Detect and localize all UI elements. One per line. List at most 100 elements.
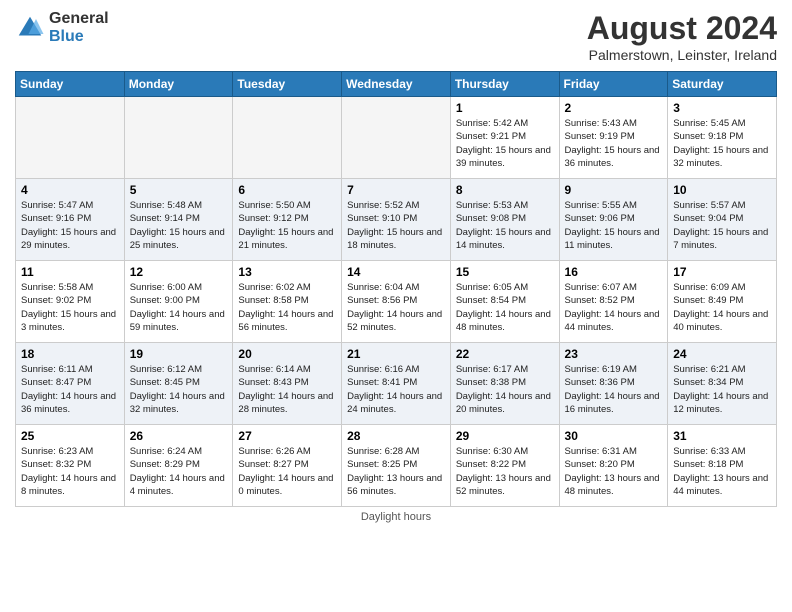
day-info: Sunrise: 6:09 AMSunset: 8:49 PMDaylight:… [673, 282, 768, 333]
day-number: 1 [456, 101, 554, 115]
logo-text: General Blue [49, 10, 109, 45]
col-sunday: Sunday [16, 72, 125, 97]
day-number: 20 [238, 347, 336, 361]
calendar-cell: 18 Sunrise: 6:11 AMSunset: 8:47 PMDaylig… [16, 343, 125, 425]
day-number: 6 [238, 183, 336, 197]
calendar-cell: 15 Sunrise: 6:05 AMSunset: 8:54 PMDaylig… [450, 261, 559, 343]
day-number: 24 [673, 347, 771, 361]
day-number: 9 [565, 183, 663, 197]
day-info: Sunrise: 5:53 AMSunset: 9:08 PMDaylight:… [456, 200, 551, 251]
calendar-cell: 19 Sunrise: 6:12 AMSunset: 8:45 PMDaylig… [124, 343, 233, 425]
page: General Blue August 2024 Palmerstown, Le… [0, 0, 792, 612]
location: Palmerstown, Leinster, Ireland [587, 47, 777, 63]
calendar-cell: 24 Sunrise: 6:21 AMSunset: 8:34 PMDaylig… [668, 343, 777, 425]
day-number: 21 [347, 347, 445, 361]
day-info: Sunrise: 6:26 AMSunset: 8:27 PMDaylight:… [238, 446, 333, 497]
day-number: 4 [21, 183, 119, 197]
day-info: Sunrise: 6:23 AMSunset: 8:32 PMDaylight:… [21, 446, 116, 497]
day-info: Sunrise: 5:50 AMSunset: 9:12 PMDaylight:… [238, 200, 333, 251]
logo-general: General [49, 10, 109, 28]
day-number: 5 [130, 183, 228, 197]
calendar-cell: 25 Sunrise: 6:23 AMSunset: 8:32 PMDaylig… [16, 425, 125, 507]
calendar-cell: 31 Sunrise: 6:33 AMSunset: 8:18 PMDaylig… [668, 425, 777, 507]
calendar-cell: 8 Sunrise: 5:53 AMSunset: 9:08 PMDayligh… [450, 179, 559, 261]
day-info: Sunrise: 5:52 AMSunset: 9:10 PMDaylight:… [347, 200, 442, 251]
calendar-cell: 28 Sunrise: 6:28 AMSunset: 8:25 PMDaylig… [342, 425, 451, 507]
calendar-cell: 3 Sunrise: 5:45 AMSunset: 9:18 PMDayligh… [668, 97, 777, 179]
day-info: Sunrise: 6:19 AMSunset: 8:36 PMDaylight:… [565, 364, 660, 415]
day-number: 31 [673, 429, 771, 443]
day-info: Sunrise: 6:07 AMSunset: 8:52 PMDaylight:… [565, 282, 660, 333]
footer: Daylight hours [15, 511, 777, 523]
day-info: Sunrise: 6:11 AMSunset: 8:47 PMDaylight:… [21, 364, 116, 415]
calendar-cell: 21 Sunrise: 6:16 AMSunset: 8:41 PMDaylig… [342, 343, 451, 425]
calendar-cell: 29 Sunrise: 6:30 AMSunset: 8:22 PMDaylig… [450, 425, 559, 507]
day-number: 28 [347, 429, 445, 443]
day-number: 10 [673, 183, 771, 197]
calendar-cell [124, 97, 233, 179]
logo-icon [15, 13, 45, 43]
calendar-cell: 14 Sunrise: 6:04 AMSunset: 8:56 PMDaylig… [342, 261, 451, 343]
calendar-cell: 16 Sunrise: 6:07 AMSunset: 8:52 PMDaylig… [559, 261, 668, 343]
day-info: Sunrise: 5:57 AMSunset: 9:04 PMDaylight:… [673, 200, 768, 251]
day-info: Sunrise: 6:00 AMSunset: 9:00 PMDaylight:… [130, 282, 225, 333]
day-info: Sunrise: 5:45 AMSunset: 9:18 PMDaylight:… [673, 118, 768, 169]
col-monday: Monday [124, 72, 233, 97]
calendar-cell: 11 Sunrise: 5:58 AMSunset: 9:02 PMDaylig… [16, 261, 125, 343]
day-info: Sunrise: 5:48 AMSunset: 9:14 PMDaylight:… [130, 200, 225, 251]
day-info: Sunrise: 6:04 AMSunset: 8:56 PMDaylight:… [347, 282, 442, 333]
calendar-table: Sunday Monday Tuesday Wednesday Thursday… [15, 71, 777, 507]
calendar-cell: 20 Sunrise: 6:14 AMSunset: 8:43 PMDaylig… [233, 343, 342, 425]
day-number: 3 [673, 101, 771, 115]
day-info: Sunrise: 6:24 AMSunset: 8:29 PMDaylight:… [130, 446, 225, 497]
day-number: 2 [565, 101, 663, 115]
day-number: 18 [21, 347, 119, 361]
calendar-cell: 6 Sunrise: 5:50 AMSunset: 9:12 PMDayligh… [233, 179, 342, 261]
day-info: Sunrise: 5:47 AMSunset: 9:16 PMDaylight:… [21, 200, 116, 251]
col-saturday: Saturday [668, 72, 777, 97]
calendar-cell: 22 Sunrise: 6:17 AMSunset: 8:38 PMDaylig… [450, 343, 559, 425]
logo-blue: Blue [49, 28, 109, 46]
col-wednesday: Wednesday [342, 72, 451, 97]
day-info: Sunrise: 6:17 AMSunset: 8:38 PMDaylight:… [456, 364, 551, 415]
header: General Blue August 2024 Palmerstown, Le… [15, 10, 777, 63]
calendar-cell: 27 Sunrise: 6:26 AMSunset: 8:27 PMDaylig… [233, 425, 342, 507]
calendar-cell: 7 Sunrise: 5:52 AMSunset: 9:10 PMDayligh… [342, 179, 451, 261]
day-number: 15 [456, 265, 554, 279]
day-number: 26 [130, 429, 228, 443]
day-info: Sunrise: 6:16 AMSunset: 8:41 PMDaylight:… [347, 364, 442, 415]
col-friday: Friday [559, 72, 668, 97]
day-number: 12 [130, 265, 228, 279]
calendar-cell: 4 Sunrise: 5:47 AMSunset: 9:16 PMDayligh… [16, 179, 125, 261]
calendar-cell [342, 97, 451, 179]
calendar-cell: 26 Sunrise: 6:24 AMSunset: 8:29 PMDaylig… [124, 425, 233, 507]
day-number: 23 [565, 347, 663, 361]
day-info: Sunrise: 6:21 AMSunset: 8:34 PMDaylight:… [673, 364, 768, 415]
day-info: Sunrise: 6:33 AMSunset: 8:18 PMDaylight:… [673, 446, 768, 497]
calendar-cell: 23 Sunrise: 6:19 AMSunset: 8:36 PMDaylig… [559, 343, 668, 425]
title-block: August 2024 Palmerstown, Leinster, Irela… [587, 10, 777, 63]
day-info: Sunrise: 5:42 AMSunset: 9:21 PMDaylight:… [456, 118, 551, 169]
day-number: 25 [21, 429, 119, 443]
month-year: August 2024 [587, 10, 777, 47]
calendar-cell: 1 Sunrise: 5:42 AMSunset: 9:21 PMDayligh… [450, 97, 559, 179]
calendar-week-2: 4 Sunrise: 5:47 AMSunset: 9:16 PMDayligh… [16, 179, 777, 261]
day-info: Sunrise: 6:31 AMSunset: 8:20 PMDaylight:… [565, 446, 660, 497]
calendar-cell [16, 97, 125, 179]
day-number: 16 [565, 265, 663, 279]
day-number: 11 [21, 265, 119, 279]
calendar-cell: 13 Sunrise: 6:02 AMSunset: 8:58 PMDaylig… [233, 261, 342, 343]
day-number: 7 [347, 183, 445, 197]
day-number: 30 [565, 429, 663, 443]
day-number: 22 [456, 347, 554, 361]
calendar-cell: 10 Sunrise: 5:57 AMSunset: 9:04 PMDaylig… [668, 179, 777, 261]
calendar-cell: 9 Sunrise: 5:55 AMSunset: 9:06 PMDayligh… [559, 179, 668, 261]
calendar-week-4: 18 Sunrise: 6:11 AMSunset: 8:47 PMDaylig… [16, 343, 777, 425]
day-info: Sunrise: 6:28 AMSunset: 8:25 PMDaylight:… [347, 446, 442, 497]
calendar-week-1: 1 Sunrise: 5:42 AMSunset: 9:21 PMDayligh… [16, 97, 777, 179]
day-info: Sunrise: 6:02 AMSunset: 8:58 PMDaylight:… [238, 282, 333, 333]
day-info: Sunrise: 6:05 AMSunset: 8:54 PMDaylight:… [456, 282, 551, 333]
calendar-cell [233, 97, 342, 179]
day-info: Sunrise: 6:12 AMSunset: 8:45 PMDaylight:… [130, 364, 225, 415]
logo: General Blue [15, 10, 109, 45]
